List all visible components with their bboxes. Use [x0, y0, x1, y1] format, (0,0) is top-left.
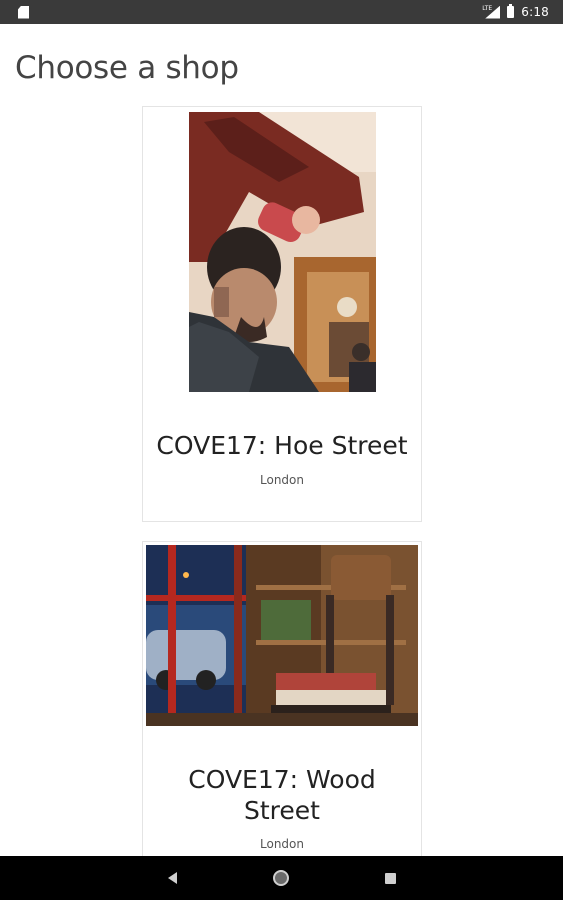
lte-label: LTE — [482, 4, 493, 12]
system-nav-bar — [0, 856, 563, 900]
status-bar: LTE 6:18 — [0, 0, 563, 24]
shop-card-wood-street[interactable]: COVE17: Wood Street London — [142, 541, 422, 871]
shop-city: London — [260, 473, 304, 487]
recents-icon[interactable] — [384, 872, 396, 884]
shop-photo-barber-cutting-hair — [189, 112, 376, 392]
shop-name: COVE17: Hoe Street — [156, 431, 408, 460]
shop-city: London — [260, 837, 304, 851]
battery-icon — [507, 4, 515, 18]
home-icon[interactable] — [272, 870, 289, 886]
sd-card-icon — [18, 5, 29, 19]
status-clock: 6:18 — [521, 5, 549, 19]
page-title: Choose a shop — [15, 50, 239, 86]
shop-card-hoe-street[interactable]: COVE17: Hoe Street London — [142, 106, 422, 522]
shop-photo-barbershop-interior — [146, 545, 418, 726]
shop-name: COVE17: Wood Street — [188, 765, 376, 825]
lte-signal-icon: LTE — [482, 4, 501, 19]
back-icon[interactable] — [167, 872, 177, 884]
